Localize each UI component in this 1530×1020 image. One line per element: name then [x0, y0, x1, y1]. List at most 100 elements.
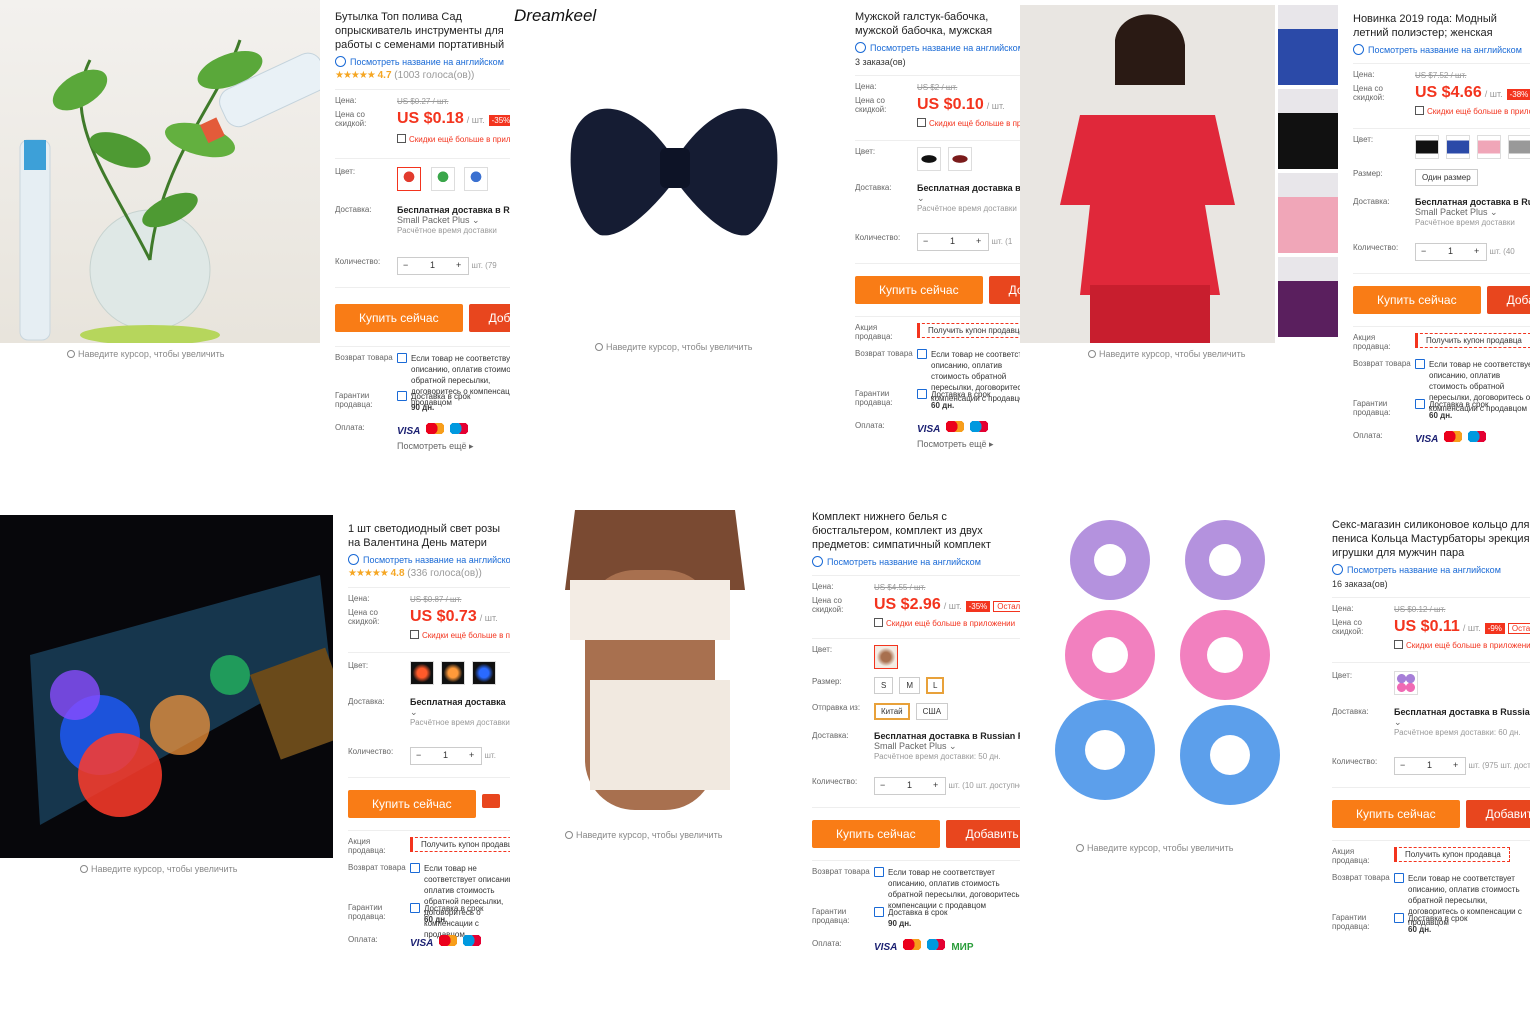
lingerie-model-illustration: [565, 510, 745, 810]
product-image[interactable]: [0, 0, 320, 343]
rating[interactable]: ★★★★★ 4.8 (336 голоса(ов)): [348, 568, 510, 579]
size-option-l[interactable]: L: [926, 677, 945, 694]
color-option-black[interactable]: [1415, 135, 1439, 159]
english-title-link[interactable]: Посмотреть название на английском: [1332, 564, 1530, 575]
english-title-link[interactable]: Посмотреть название на английском: [335, 56, 510, 67]
buy-now-button[interactable]: Купить сейчас: [1332, 800, 1460, 828]
quantity-stepper[interactable]: −1 +: [917, 233, 989, 251]
color-option-blue[interactable]: [472, 661, 496, 685]
product-image[interactable]: [510, 30, 840, 330]
color-option-white[interactable]: [874, 645, 898, 669]
add-to-cart-button[interactable]: Добавить: [1486, 286, 1530, 314]
color-option-mixed[interactable]: [1394, 671, 1418, 695]
quantity-stepper[interactable]: −1 +: [410, 747, 482, 765]
mir-icon: МИР: [951, 942, 974, 953]
buy-now-button[interactable]: Купить сейчас: [812, 820, 940, 848]
translate-icon: [855, 42, 866, 53]
coupon-dropdown[interactable]: Получить купон продавца: [1415, 333, 1530, 348]
english-title-link[interactable]: Посмотреть название на английском: [1353, 44, 1530, 55]
ship-from-china[interactable]: Китай: [874, 703, 910, 720]
size-option-s[interactable]: S: [874, 677, 894, 694]
orders-count: 16 заказа(ов): [1332, 579, 1388, 589]
color-option-red[interactable]: [397, 167, 421, 191]
see-more-link[interactable]: Посмотреть ещё ▸: [917, 439, 1020, 450]
buy-now-button[interactable]: Купить сейчас: [348, 790, 476, 818]
app-deal-link[interactable]: Скидки ещё больше в приложении: [917, 118, 1020, 128]
maestro-icon: [927, 939, 946, 950]
rating[interactable]: ★★★★★ 4.7 (1003 голоса(ов)): [335, 70, 510, 81]
delivery-method-dropdown[interactable]: Small Packet Plus ⌄: [874, 741, 1020, 752]
quantity-stepper[interactable]: −1 +: [874, 777, 946, 795]
product-panel-watering: Наведите курсор, чтобы увеличить Бутылка…: [0, 0, 510, 495]
maestro-icon: [970, 421, 989, 432]
quantity-stepper[interactable]: −1 +: [1415, 243, 1487, 261]
thumbnail-black[interactable]: [1278, 89, 1338, 169]
shield-icon: [1415, 399, 1425, 409]
add-to-cart-button[interactable]: Добавить: [468, 304, 510, 332]
coupon-dropdown[interactable]: Получить купон продавца: [410, 837, 510, 852]
orders-count: 3 заказа(ов): [855, 57, 906, 67]
add-to-cart-button[interactable]: [481, 794, 500, 808]
silicone-rings-illustration: [1055, 520, 1280, 805]
color-option-red[interactable]: [948, 147, 972, 171]
delivery-method-dropdown[interactable]: ⌄: [917, 193, 1020, 204]
thumbnail-purple[interactable]: [1278, 257, 1338, 337]
app-deal-link[interactable]: Скидки ещё больше в приложении: [1394, 640, 1530, 650]
app-deal-link[interactable]: Скидки ещё больше в приложении: [410, 630, 510, 640]
qr-code-icon: [410, 630, 419, 639]
sale-price: US $0.10: [917, 96, 984, 113]
quantity-stepper[interactable]: −1 +: [1394, 757, 1466, 775]
buy-now-button[interactable]: Купить сейчас: [1353, 286, 1481, 314]
product-image[interactable]: [1020, 5, 1275, 343]
bow-tie-illustration: [570, 108, 778, 236]
add-to-cart-button[interactable]: Добавить: [1465, 800, 1530, 828]
color-option-blue[interactable]: [464, 167, 489, 191]
discount-badge: -38%: [1506, 89, 1530, 100]
delivery-method-dropdown[interactable]: ⌄: [410, 707, 510, 718]
app-deal-link[interactable]: Скидки ещё больше в приложении: [874, 618, 1020, 628]
color-option-black[interactable]: [917, 147, 941, 171]
english-title-link[interactable]: Посмотреть название на английском: [348, 554, 510, 565]
coupon-dropdown[interactable]: Получить купон продавца: [917, 323, 1020, 338]
english-title-link[interactable]: Посмотреть название на английском: [855, 42, 1020, 53]
mastercard-icon: [1444, 431, 1463, 442]
see-more-link[interactable]: Посмотреть ещё ▸: [397, 441, 510, 452]
translate-icon: [348, 554, 359, 565]
app-deal-link[interactable]: Скидки ещё больше в приложении: [397, 134, 510, 144]
buy-now-button[interactable]: Купить сейчас: [855, 276, 983, 304]
add-to-cart-button[interactable]: Добавить: [945, 820, 1020, 848]
size-option-m[interactable]: M: [899, 677, 921, 694]
delivery-method-dropdown[interactable]: Small Packet Plus ⌄: [1415, 207, 1530, 218]
delivery-method-dropdown[interactable]: ⌄: [1394, 717, 1530, 728]
zoom-hint: Наведите курсор, чтобы увеличить: [1076, 843, 1233, 853]
color-option-blue[interactable]: [1446, 135, 1470, 159]
discount-badge: -9%: [1484, 623, 1505, 634]
color-option-green[interactable]: [430, 167, 455, 191]
thumbnail-strip: [1278, 5, 1338, 343]
ship-from-usa[interactable]: США: [915, 703, 949, 720]
buy-now-button[interactable]: Купить сейчас: [335, 304, 463, 332]
color-option-pink[interactable]: [1477, 135, 1501, 159]
add-to-cart-button[interactable]: Добавить: [988, 276, 1020, 304]
mastercard-icon: [946, 421, 965, 432]
thumbnail-blue[interactable]: [1278, 5, 1338, 85]
translate-icon: [335, 56, 346, 67]
delivery-method-dropdown[interactable]: Small Packet Plus ⌄: [397, 215, 510, 226]
product-image[interactable]: [535, 510, 760, 828]
size-option[interactable]: Один размер: [1415, 169, 1478, 186]
sale-price: US $2.96: [874, 596, 941, 613]
product-image[interactable]: [0, 515, 333, 858]
maestro-icon: [463, 935, 482, 946]
thumbnail-pink[interactable]: [1278, 173, 1338, 253]
quantity-stepper[interactable]: −1 +: [397, 257, 469, 275]
visa-icon: VISA: [874, 942, 898, 953]
visa-icon: VISA: [410, 938, 434, 949]
english-title-link[interactable]: Посмотреть название на английском: [812, 556, 1020, 567]
color-option-orange[interactable]: [441, 661, 465, 685]
color-option-grey[interactable]: [1508, 135, 1530, 159]
old-price: US $7.52 / шт.: [1415, 71, 1467, 80]
color-option-red[interactable]: [410, 661, 434, 685]
app-deal-link[interactable]: Скидки ещё больше в приложении: [1415, 106, 1530, 116]
product-image[interactable]: [1025, 510, 1315, 840]
coupon-dropdown[interactable]: Получить купон продавца: [1394, 847, 1510, 862]
